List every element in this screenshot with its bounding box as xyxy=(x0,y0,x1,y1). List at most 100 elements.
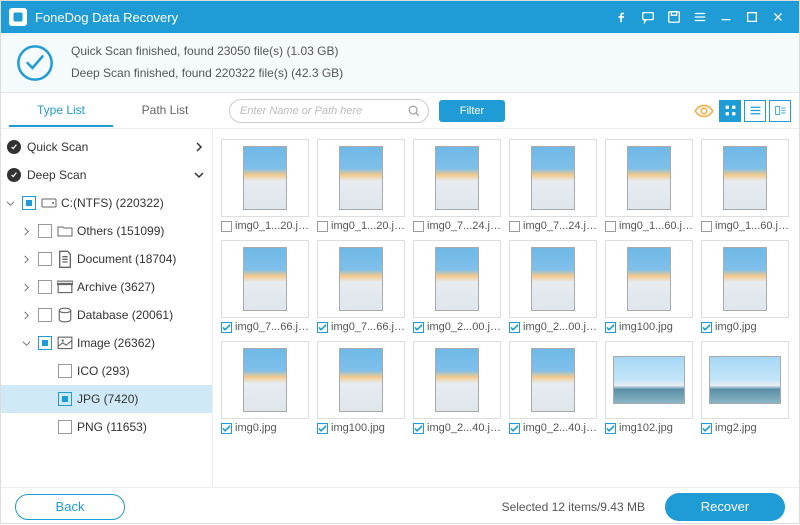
sidebar-others[interactable]: Others (151099) xyxy=(1,217,212,245)
back-button[interactable]: Back xyxy=(15,494,125,520)
tab-type-list[interactable]: Type List xyxy=(9,95,113,127)
thumbnail xyxy=(701,341,789,419)
file-checkbox[interactable] xyxy=(605,221,616,232)
tab-path-list[interactable]: Path List xyxy=(113,95,217,127)
file-checkbox[interactable] xyxy=(221,322,232,333)
checkbox[interactable] xyxy=(58,420,72,434)
file-checkbox[interactable] xyxy=(605,423,616,434)
checkbox[interactable] xyxy=(38,308,52,322)
minimize-icon[interactable] xyxy=(713,7,739,27)
file-checkbox[interactable] xyxy=(701,322,712,333)
file-checkbox[interactable] xyxy=(701,423,712,434)
facebook-icon[interactable] xyxy=(609,7,635,27)
file-checkbox[interactable] xyxy=(221,221,232,232)
file-checkbox[interactable] xyxy=(701,221,712,232)
file-card[interactable]: img0_2...00.jpg xyxy=(509,240,597,333)
checkbox[interactable] xyxy=(38,280,52,294)
maximize-icon[interactable] xyxy=(739,7,765,27)
file-card[interactable]: img0_7...24.jpg xyxy=(509,139,597,232)
view-list-button[interactable] xyxy=(744,100,766,122)
file-checkbox[interactable] xyxy=(413,423,424,434)
file-card[interactable]: img0_7...24.jpg xyxy=(413,139,501,232)
thumbnail xyxy=(221,240,309,318)
menu-icon[interactable] xyxy=(687,7,713,27)
chevron-right-icon xyxy=(19,283,33,292)
sidebar-jpg[interactable]: JPG (7420) xyxy=(1,385,212,413)
file-card[interactable]: img0_1...20.jpg xyxy=(221,139,309,232)
checkbox[interactable] xyxy=(38,224,52,238)
file-card[interactable]: img0_2...40.jpg xyxy=(413,341,501,434)
status-panel: Quick Scan finished, found 23050 file(s)… xyxy=(1,33,799,93)
thumbnail xyxy=(701,240,789,318)
search-input[interactable] xyxy=(229,99,429,123)
checkbox[interactable] xyxy=(58,364,72,378)
archive-icon xyxy=(57,281,73,294)
checkbox[interactable] xyxy=(38,336,52,350)
sidebar-document[interactable]: Document (18704) xyxy=(1,245,212,273)
feedback-icon[interactable] xyxy=(635,7,661,27)
file-checkbox[interactable] xyxy=(317,221,328,232)
file-name: img2.jpg xyxy=(715,422,757,434)
file-card[interactable]: img102.jpg xyxy=(605,341,693,434)
file-name: img0_2...40.jpg xyxy=(427,422,501,434)
file-card[interactable]: img0_1...20.jpg xyxy=(317,139,405,232)
thumbnail xyxy=(317,240,405,318)
thumbnail xyxy=(605,341,693,419)
thumbnail xyxy=(221,341,309,419)
file-checkbox[interactable] xyxy=(509,423,520,434)
file-checkbox[interactable] xyxy=(413,322,424,333)
sidebar-quick-scan[interactable]: Quick Scan xyxy=(1,133,212,161)
toolbar: Type List Path List Filter xyxy=(1,93,799,129)
file-card[interactable]: img0_1...60.jpg xyxy=(605,139,693,232)
checkbox[interactable] xyxy=(38,252,52,266)
file-name: img0_7...66.jpg xyxy=(331,321,405,333)
file-card[interactable]: img0_7...66.jpg xyxy=(317,240,405,333)
selection-status: Selected 12 items/9.43 MB xyxy=(502,500,645,514)
file-checkbox[interactable] xyxy=(221,423,232,434)
thumbnail xyxy=(221,139,309,217)
view-grid-button[interactable] xyxy=(719,100,741,122)
checkmark-dot-icon xyxy=(7,140,21,154)
file-card[interactable]: img0_1...60.jpg xyxy=(701,139,789,232)
view-detail-button[interactable] xyxy=(769,100,791,122)
file-checkbox[interactable] xyxy=(509,322,520,333)
file-card[interactable]: img0_2...00.jpg xyxy=(413,240,501,333)
footer: Back Selected 12 items/9.43 MB Recover xyxy=(1,487,799,525)
sidebar-png[interactable]: PNG (11653) xyxy=(1,413,212,441)
file-card[interactable]: img2.jpg xyxy=(701,341,789,434)
file-checkbox[interactable] xyxy=(317,322,328,333)
thumbnail xyxy=(509,240,597,318)
chevron-down-icon xyxy=(19,339,33,348)
file-card[interactable]: img0_7...66.jpg xyxy=(221,240,309,333)
file-card[interactable]: img0.jpg xyxy=(221,341,309,434)
file-card[interactable]: img100.jpg xyxy=(317,341,405,434)
checkmark-icon xyxy=(15,43,55,83)
close-icon[interactable] xyxy=(765,7,791,27)
filter-button[interactable]: Filter xyxy=(439,100,505,122)
file-name: img0_1...20.jpg xyxy=(331,220,405,232)
sidebar-item-label: Image (26362) xyxy=(77,336,206,350)
file-card[interactable]: img0.jpg xyxy=(701,240,789,333)
sidebar-item-label: Deep Scan xyxy=(27,168,192,182)
checkbox[interactable] xyxy=(22,196,36,210)
sidebar-image[interactable]: Image (26362) xyxy=(1,329,212,357)
file-checkbox[interactable] xyxy=(413,221,424,232)
file-card[interactable]: img0_2...40.jpg xyxy=(509,341,597,434)
file-name: img0_7...66.jpg xyxy=(235,321,309,333)
preview-toggle-icon[interactable] xyxy=(693,100,715,122)
file-card[interactable]: img100.jpg xyxy=(605,240,693,333)
thumbnail xyxy=(509,139,597,217)
thumbnail xyxy=(413,240,501,318)
sidebar-deep-scan[interactable]: Deep Scan xyxy=(1,161,212,189)
checkbox[interactable] xyxy=(58,392,72,406)
recover-button[interactable]: Recover xyxy=(665,493,785,521)
sidebar-drive[interactable]: C:(NTFS) (220322) xyxy=(1,189,212,217)
sidebar-database[interactable]: Database (20061) xyxy=(1,301,212,329)
sidebar-ico[interactable]: ICO (293) xyxy=(1,357,212,385)
save-icon[interactable] xyxy=(661,7,687,27)
sidebar-archive[interactable]: Archive (3627) xyxy=(1,273,212,301)
sidebar-item-label: C:(NTFS) (220322) xyxy=(61,196,206,210)
file-checkbox[interactable] xyxy=(509,221,520,232)
file-checkbox[interactable] xyxy=(317,423,328,434)
file-checkbox[interactable] xyxy=(605,322,616,333)
